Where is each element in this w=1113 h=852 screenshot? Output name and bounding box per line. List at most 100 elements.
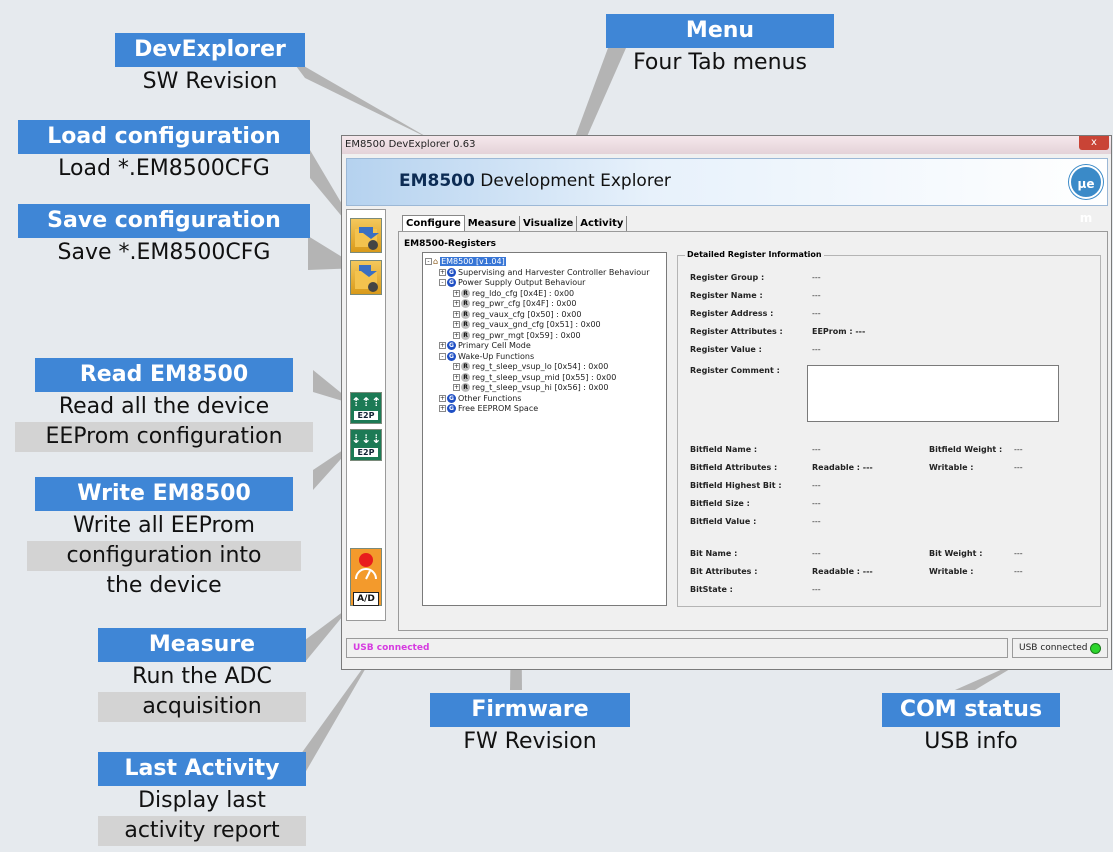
bitfield-writable-value: --- xyxy=(1014,463,1023,472)
tree-item[interactable]: - ⌂ EM8500 [v1.04] xyxy=(425,257,666,268)
expand-icon[interactable]: + xyxy=(453,310,460,318)
callout-activity-title: Last Activity xyxy=(98,752,306,786)
tree-item-label: Supervising and Harvester Controller Beh… xyxy=(458,267,650,277)
expand-icon[interactable]: + xyxy=(453,384,460,391)
callout-devexplorer: DevExplorer SW Revision xyxy=(115,33,305,97)
expand-icon[interactable]: + xyxy=(439,394,446,402)
tree-item[interactable]: + Rreg_pwr_cfg [0x4F] : 0x00 xyxy=(425,299,666,310)
tree-item[interactable]: - G Wake-Up Functions xyxy=(425,351,666,363)
bit-state-value: --- xyxy=(812,585,821,594)
expand-icon[interactable]: + xyxy=(439,405,446,412)
ad-label: A/D xyxy=(353,592,379,606)
save-configuration-button[interactable] xyxy=(350,260,382,295)
tree-item[interactable]: + G Free EEPROM Space xyxy=(425,404,666,415)
banner-title-rest: Development Explorer xyxy=(474,171,671,191)
bitfield-name-value: --- xyxy=(812,445,821,454)
callout-save: Save configuration Save *.EM8500CFG xyxy=(18,204,310,268)
collapse-icon[interactable]: - xyxy=(439,279,446,286)
expand-icon[interactable]: + xyxy=(453,373,460,381)
banner-title-bold: EM8500 xyxy=(399,171,475,191)
tree-item-label: Primary Cell Mode xyxy=(458,341,531,350)
app-banner: EM8500 Development Explorer μe m xyxy=(346,158,1108,225)
bit-weight-label: Bit Weight : xyxy=(929,549,983,558)
detail-title: Detailed Register Information xyxy=(685,250,824,259)
bitfield-writable-label: Writable : xyxy=(929,463,974,472)
callout-com-line-1: USB info xyxy=(924,729,1018,754)
callout-load: Load configuration Load *.EM8500CFG xyxy=(18,120,310,184)
callout-measure-title: Measure xyxy=(98,628,306,662)
callout-com: COM status USB info xyxy=(882,693,1060,757)
expand-icon[interactable]: + xyxy=(453,321,460,328)
callout-com-title: COM status xyxy=(882,693,1060,727)
measure-button[interactable]: A/D xyxy=(350,548,382,606)
com-status-text: USB connected xyxy=(1019,643,1088,653)
callout-devexplorer-line-1: SW Revision xyxy=(142,69,278,94)
status-bar: USB connected USB connected xyxy=(346,638,1108,658)
bit-weight-value: --- xyxy=(1014,549,1023,558)
register-tree[interactable]: - ⌂ EM8500 [v1.04] + G Supervising and Harves… xyxy=(422,252,667,606)
tab-activity[interactable]: Activity xyxy=(577,216,628,231)
tree-item[interactable]: + Rreg_pwr_mgt [0x59] : 0x00 xyxy=(425,330,666,342)
tree-item[interactable]: + Rreg_vaux_gnd_cfg [0x51] : 0x00 xyxy=(425,320,666,331)
close-button[interactable]: x xyxy=(1079,136,1109,150)
tab-visualize[interactable]: Visualize xyxy=(520,216,578,231)
callout-activity-line-1: Display last xyxy=(138,788,266,813)
tab-bar: Configure Measure Visualize Activity xyxy=(402,215,628,231)
folder-save-icon xyxy=(355,265,378,292)
tree-item[interactable]: + Rreg_vaux_cfg [0x50] : 0x00 xyxy=(425,309,666,321)
register-comment-label: Register Comment : xyxy=(690,366,780,375)
write-em8500-button[interactable]: ⇣⇣⇣ E2P xyxy=(350,429,382,461)
tree-item-label: Free EEPROM Space xyxy=(458,404,539,413)
callout-firmware-title: Firmware xyxy=(430,693,630,727)
load-configuration-button[interactable] xyxy=(350,218,382,253)
expand-icon[interactable]: + xyxy=(453,331,460,339)
collapse-icon[interactable]: - xyxy=(425,258,432,265)
tree-item[interactable]: + Rreg_ldo_cfg [0x4E] : 0x00 xyxy=(425,288,666,300)
callout-write-line-3: the device xyxy=(106,573,222,598)
expand-icon[interactable]: + xyxy=(453,300,460,307)
last-activity-status: USB connected xyxy=(346,638,1008,658)
tree-item[interactable]: - G Power Supply Output Behaviour xyxy=(425,278,666,289)
window-title: EM8500 DevExplorer 0.63 xyxy=(345,139,476,150)
register-icon: R xyxy=(461,330,470,340)
bitfield-highest-value: --- xyxy=(812,481,821,490)
bitfield-highest-label: Bitfield Highest Bit : xyxy=(690,481,782,490)
expand-icon[interactable]: + xyxy=(453,289,460,297)
callout-menu-title: Menu xyxy=(606,14,834,48)
expand-icon[interactable]: + xyxy=(439,342,446,349)
callout-measure-line-1: Run the ADC xyxy=(132,664,272,689)
tree-item[interactable]: + G Primary Cell Mode xyxy=(425,341,666,352)
bitfield-value-label: Bitfield Value : xyxy=(690,517,757,526)
register-icon: R xyxy=(461,288,470,298)
callout-load-title: Load configuration xyxy=(18,120,310,154)
callout-read-line-1: Read all the device xyxy=(58,394,270,419)
expand-icon[interactable]: + xyxy=(453,363,460,370)
bitfield-size-value: --- xyxy=(812,499,821,508)
tab-measure[interactable]: Measure xyxy=(465,216,521,231)
tree-item[interactable]: + Rreg_t_sleep_vsup_mid [0x55] : 0x00 xyxy=(425,372,666,384)
tree-item-label: reg_t_sleep_vsup_mid [0x55] : 0x00 xyxy=(472,372,617,382)
device-icon: ⌂ xyxy=(433,257,439,266)
tree-item[interactable]: + G Supervising and Harvester Controller B… xyxy=(425,267,666,279)
collapse-icon[interactable]: - xyxy=(439,352,446,360)
tab-configure[interactable]: Configure xyxy=(402,215,465,231)
register-address-label: Register Address : xyxy=(690,309,774,318)
tree-item[interactable]: + G Other Functions xyxy=(425,393,666,405)
register-attributes-value: EEProm : --- xyxy=(812,327,866,336)
banner-title: EM8500 Development Explorer xyxy=(399,171,671,191)
expand-icon[interactable]: + xyxy=(439,268,446,276)
bit-attributes-label: Bit Attributes : xyxy=(690,567,758,576)
callout-read-title: Read EM8500 xyxy=(35,358,293,392)
callout-measure: Measure Run the ADC acquisition xyxy=(98,628,306,722)
register-comment-textarea[interactable] xyxy=(807,365,1059,422)
read-em8500-button[interactable]: ⇡⇡⇡ E2P xyxy=(350,392,382,424)
bitfield-weight-value: --- xyxy=(1014,445,1023,454)
callout-write-line-2: configuration into xyxy=(27,541,301,571)
tree-item[interactable]: + Rreg_t_sleep_vsup_hi [0x56] : 0x00 xyxy=(425,383,666,394)
com-status: USB connected xyxy=(1012,638,1108,658)
bit-attributes-value: Readable : --- xyxy=(812,567,873,576)
group-icon: G xyxy=(447,278,456,287)
tree-item-label: reg_t_sleep_vsup_lo [0x54] : 0x00 xyxy=(472,362,609,371)
tree-item[interactable]: + Rreg_t_sleep_vsup_lo [0x54] : 0x00 xyxy=(425,362,666,373)
adc-gauge-icon xyxy=(355,553,377,580)
